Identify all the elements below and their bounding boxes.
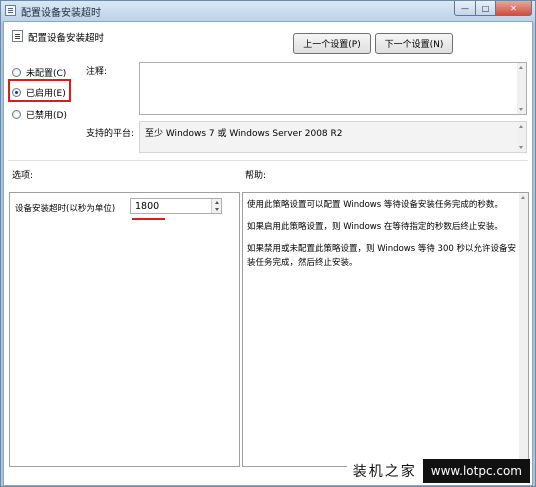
comment-textarea[interactable] (139, 62, 527, 115)
scroll-up-icon[interactable] (519, 125, 523, 128)
timeout-label: 设备安装超时(以秒为单位) (15, 204, 116, 214)
help-text: 使用此策略设置可以配置 Windows 等待设备安装任务完成的秒数。 如果启用此… (247, 198, 517, 278)
dialog-body: 配置设备安装超时 上一个设置(P) 下一个设置(N) 未配置(C) 已启用(E)… (3, 21, 533, 486)
watermark-brand: 装机之家 (352, 464, 417, 480)
options-label: 选项: (12, 171, 34, 181)
help-paragraph: 如果启用此策略设置，则 Windows 在等待指定的秒数后终止安装。 (247, 222, 503, 232)
policy-icon (5, 5, 16, 16)
platform-field: 至少 Windows 7 或 Windows Server 2008 R2 (139, 121, 527, 153)
enabled-highlight-box (8, 79, 71, 102)
radio-label: 已禁用(D) (26, 111, 67, 121)
minimize-button[interactable]: — (454, 1, 476, 16)
maximize-button[interactable]: □ (476, 1, 496, 16)
platform-value: 至少 Windows 7 或 Windows Server 2008 R2 (145, 129, 343, 139)
radio-circle[interactable] (12, 110, 21, 119)
help-label: 帮助: (245, 171, 267, 181)
site-watermark: 装机之家 www.lotpc.com (346, 459, 530, 483)
scroll-up-icon[interactable] (521, 196, 525, 199)
help-panel: 使用此策略设置可以配置 Windows 等待设备安装任务完成的秒数。 如果启用此… (242, 192, 529, 467)
scroll-down-icon[interactable] (519, 108, 523, 111)
window-title: 配置设备安装超时 (21, 8, 101, 19)
spin-down-icon[interactable] (214, 208, 219, 211)
dialog-window: 配置设备安装超时 — □ ✕ 配置设备安装超时 上一个设置(P) 下一个设置(N… (0, 0, 536, 487)
scroll-up-icon[interactable] (519, 66, 523, 69)
radio-label: 未配置(C) (26, 69, 67, 79)
options-panel: 设备安装超时(以秒为单位) 1800 (9, 192, 240, 467)
scroll-down-icon[interactable] (519, 146, 523, 149)
platform-scrollbar[interactable] (517, 122, 526, 152)
platform-label: 支持的平台: (86, 129, 135, 139)
spin-buttons[interactable] (211, 199, 221, 213)
timeout-value[interactable]: 1800 (135, 201, 159, 212)
help-paragraph: 如果禁用或未配置此策略设置，则 Windows 等待 300 秒以允许设备安装任… (247, 244, 516, 268)
setting-icon (12, 30, 23, 42)
section-divider (8, 160, 528, 161)
comment-scrollbar[interactable] (517, 63, 526, 114)
setting-title: 配置设备安装超时 (28, 33, 105, 44)
close-button[interactable]: ✕ (496, 1, 532, 16)
comment-label: 注释: (86, 67, 108, 77)
help-paragraph: 使用此策略设置可以配置 Windows 等待设备安装任务完成的秒数。 (247, 200, 503, 210)
radio-circle[interactable] (12, 68, 21, 77)
watermark-url: www.lotpc.com (422, 459, 530, 483)
spin-up-icon[interactable] (214, 201, 219, 204)
title-bar[interactable]: 配置设备安装超时 — □ ✕ (1, 1, 535, 21)
window-controls: — □ ✕ (454, 1, 532, 16)
radio-disabled[interactable]: 已禁用(D) (12, 108, 67, 121)
radio-not-configured[interactable]: 未配置(C) (12, 66, 66, 79)
previous-setting-button[interactable]: 上一个设置(P) (293, 33, 371, 54)
value-underline-mark (132, 218, 165, 220)
timeout-spinbox[interactable]: 1800 (130, 198, 222, 214)
help-scrollbar[interactable] (519, 193, 528, 466)
next-setting-button[interactable]: 下一个设置(N) (375, 33, 453, 54)
